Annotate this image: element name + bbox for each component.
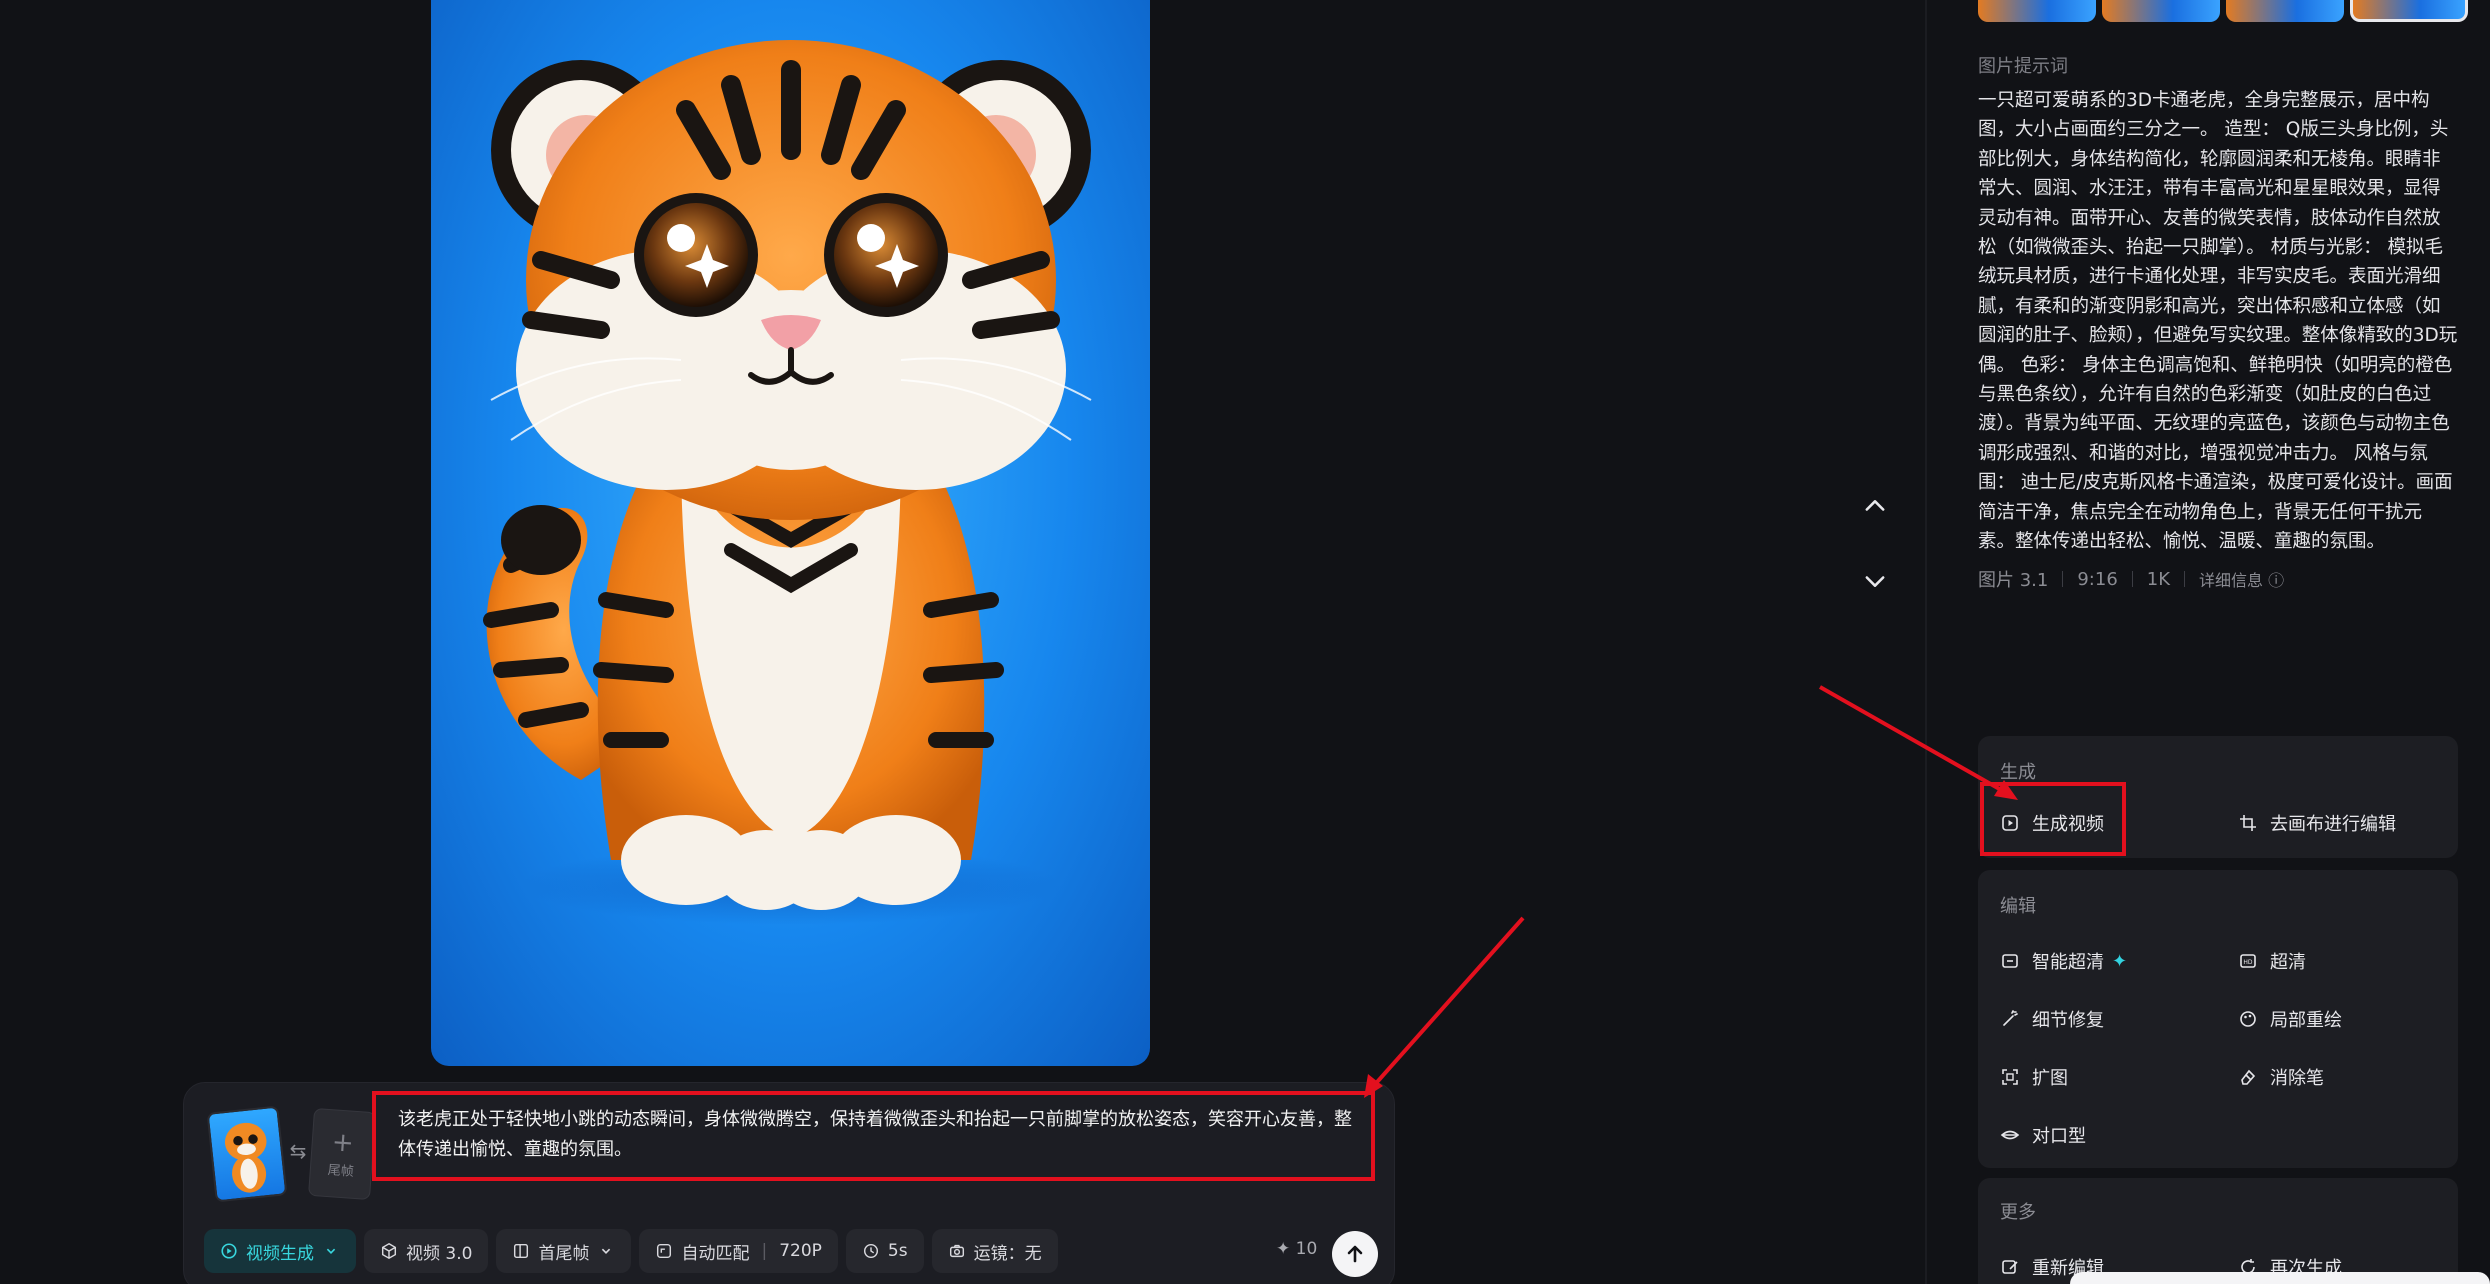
previous-image-button[interactable] bbox=[1855, 486, 1895, 526]
hd-button[interactable]: HD 超清 bbox=[2238, 948, 2306, 974]
model-selector[interactable]: 视频 3.0 bbox=[364, 1229, 489, 1273]
separator: | bbox=[761, 1241, 768, 1261]
credits-cost: ✦ 10 bbox=[1276, 1239, 1317, 1259]
smart-hd-button[interactable]: 智能超清 ✦ bbox=[2000, 948, 2127, 974]
camera-label: 运镜：无 bbox=[973, 1243, 1042, 1264]
expand-icon bbox=[2002, 1069, 2018, 1085]
frame-mode-selector[interactable]: 首尾帧 bbox=[496, 1229, 632, 1273]
expand-image-button[interactable]: 扩图 bbox=[2000, 1064, 2068, 1090]
resolution-label: 720P bbox=[779, 1241, 822, 1261]
details-link[interactable]: 详细信息 ⓘ bbox=[2199, 567, 2284, 591]
popup-edge bbox=[2070, 1272, 2490, 1284]
aspect-ratio-icon bbox=[657, 1243, 672, 1259]
duration-label: 5s bbox=[887, 1241, 908, 1261]
meta-ratio: 9:16 bbox=[2077, 568, 2118, 590]
thumbnail-3[interactable] bbox=[2226, 0, 2344, 22]
image-meta-row: 图片 3.1 9:16 1K 详细信息 ⓘ bbox=[1978, 566, 2284, 592]
eraser-label: 消除笔 bbox=[2270, 1068, 2324, 1089]
thumbnail-2[interactable] bbox=[2102, 0, 2220, 22]
inpaint-label: 局部重绘 bbox=[2270, 1010, 2342, 1031]
cube-icon bbox=[381, 1242, 397, 1260]
prompt-input-bar: ⇆ + 尾帧 该老虎正处于轻快地小跳的动态瞬间，身体微微腾空，保持着微微歪头和抬… bbox=[183, 1082, 1395, 1284]
ratio-resolution-selector[interactable]: 自动匹配 | 720P bbox=[639, 1229, 838, 1273]
prompt-text[interactable]: 该老虎正处于轻快地小跳的动态瞬间，身体微微腾空，保持着微微歪头和抬起一只前脚掌的… bbox=[398, 1105, 1361, 1165]
clock-icon bbox=[863, 1243, 878, 1259]
canvas-edit-button[interactable]: 去画布进行编辑 bbox=[2238, 810, 2396, 836]
lip-sync-button[interactable]: 对口型 bbox=[2000, 1122, 2086, 1148]
camera-icon bbox=[949, 1244, 964, 1258]
more-section: 更多 重新编辑 再次生成 bbox=[1978, 1178, 2458, 1284]
thumbnail-1[interactable] bbox=[1978, 0, 2096, 22]
thumbnail-strip bbox=[1978, 0, 2468, 22]
generate-video-button[interactable]: 生成视频 bbox=[2000, 810, 2104, 836]
first-frame-thumbnail[interactable] bbox=[206, 1105, 288, 1203]
edit-section-title: 编辑 bbox=[2000, 896, 2036, 917]
lips-icon bbox=[2000, 1130, 2020, 1140]
wand-icon bbox=[2003, 1010, 2018, 1026]
edit-icon bbox=[2002, 1260, 2018, 1274]
video-mode-icon bbox=[221, 1243, 237, 1259]
app-root: ⇆ + 尾帧 该老虎正处于轻快地小跳的动态瞬间，身体微微腾空，保持着微微歪头和抬… bbox=[0, 0, 2490, 1284]
image-detail-panel: 图片提示词 一只超可爱萌系的3D卡通老虎，全身完整展示，居中构图，大小占画面约三… bbox=[1978, 0, 2468, 1284]
meta-model: 图片 3.1 bbox=[1978, 570, 2049, 591]
sparkle-icon: ✦ bbox=[2112, 950, 2128, 972]
lip-sync-label: 对口型 bbox=[2032, 1126, 2086, 1147]
frame-icon bbox=[514, 1243, 529, 1259]
camera-motion-selector[interactable]: 运镜：无 bbox=[931, 1229, 1058, 1273]
smart-hd-label: 智能超清 bbox=[2032, 952, 2104, 973]
arrow-to-prompt-box bbox=[1364, 916, 1525, 1098]
generation-toolbar: 视频生成 视频 3.0 首尾帧 自动匹配 | 720P 5s 运镜：无 bbox=[204, 1229, 1058, 1273]
send-button[interactable] bbox=[1332, 1231, 1378, 1277]
arrow-up-icon bbox=[1347, 1245, 1363, 1263]
svg-text:HD: HD bbox=[2243, 959, 2253, 966]
swap-frames-icon[interactable]: ⇆ bbox=[287, 1140, 309, 1162]
generated-tiger-image[interactable] bbox=[431, 0, 1150, 1066]
add-tail-frame-button[interactable]: + 尾帧 bbox=[308, 1107, 376, 1201]
chevron-down-icon bbox=[602, 1248, 611, 1254]
edit-section: 编辑 智能超清 ✦ HD 超清 细节修复 局部重绘 扩图 消除笔 对口型 bbox=[1978, 870, 2458, 1168]
prompt-textarea[interactable]: 该老虎正处于轻快地小跳的动态瞬间，身体微微腾空，保持着微微歪头和抬起一只前脚掌的… bbox=[372, 1091, 1375, 1181]
hd-label: 超清 bbox=[2270, 952, 2306, 973]
detail-repair-button[interactable]: 细节修复 bbox=[2000, 1006, 2104, 1032]
panel-divider bbox=[1925, 0, 1927, 1284]
image-prompt-label: 图片提示词 bbox=[1978, 56, 2068, 77]
generate-video-label: 生成视频 bbox=[2032, 814, 2104, 835]
eraser-button[interactable]: 消除笔 bbox=[2238, 1064, 2324, 1090]
tiger-thumbnail-image bbox=[224, 1122, 267, 1193]
credits-value: 10 bbox=[1295, 1239, 1318, 1259]
thumbnail-4-selected[interactable] bbox=[2350, 0, 2468, 22]
inpaint-button[interactable]: 局部重绘 bbox=[2238, 1006, 2342, 1032]
mode-label: 视频生成 bbox=[246, 1243, 314, 1264]
separator bbox=[2184, 571, 2186, 587]
tiger-illustration bbox=[483, 40, 1092, 925]
detail-repair-label: 细节修复 bbox=[2032, 1010, 2104, 1031]
separator bbox=[2062, 571, 2064, 587]
chevron-down-icon bbox=[326, 1248, 336, 1254]
tail-frame-label: 尾帧 bbox=[327, 1162, 355, 1180]
chevron-down-icon bbox=[1865, 576, 1885, 587]
model-label: 视频 3.0 bbox=[406, 1243, 473, 1264]
credits-icon: ✦ bbox=[1276, 1239, 1296, 1259]
meta-resolution: 1K bbox=[2146, 568, 2171, 590]
separator bbox=[2131, 571, 2133, 587]
image-prompt-description: 一只超可爱萌系的3D卡通老虎，全身完整展示，居中构图，大小占画面约三分之一。 造… bbox=[1978, 90, 2458, 553]
play-square-icon bbox=[2002, 815, 2018, 831]
palette-icon bbox=[2240, 1011, 2256, 1027]
crop-icon bbox=[2240, 815, 2256, 831]
mode-selector[interactable]: 视频生成 bbox=[204, 1229, 356, 1273]
chevron-up-icon bbox=[1865, 500, 1885, 511]
next-image-button[interactable] bbox=[1855, 561, 1895, 601]
ratio-label: 自动匹配 bbox=[681, 1243, 750, 1264]
smart-hd-icon bbox=[2002, 954, 2018, 968]
more-section-title: 更多 bbox=[2000, 1202, 2036, 1223]
generate-section: 生成 生成视频 去画布进行编辑 bbox=[1978, 736, 2458, 858]
hd-icon: HD bbox=[2240, 954, 2256, 968]
plus-icon: + bbox=[330, 1126, 355, 1159]
expand-label: 扩图 bbox=[2032, 1068, 2068, 1089]
generate-section-title: 生成 bbox=[2000, 762, 2036, 783]
eraser-icon bbox=[2241, 1069, 2256, 1085]
frame-mode-label: 首尾帧 bbox=[538, 1243, 590, 1264]
duration-selector[interactable]: 5s bbox=[845, 1229, 924, 1273]
canvas-edit-label: 去画布进行编辑 bbox=[2270, 814, 2396, 835]
